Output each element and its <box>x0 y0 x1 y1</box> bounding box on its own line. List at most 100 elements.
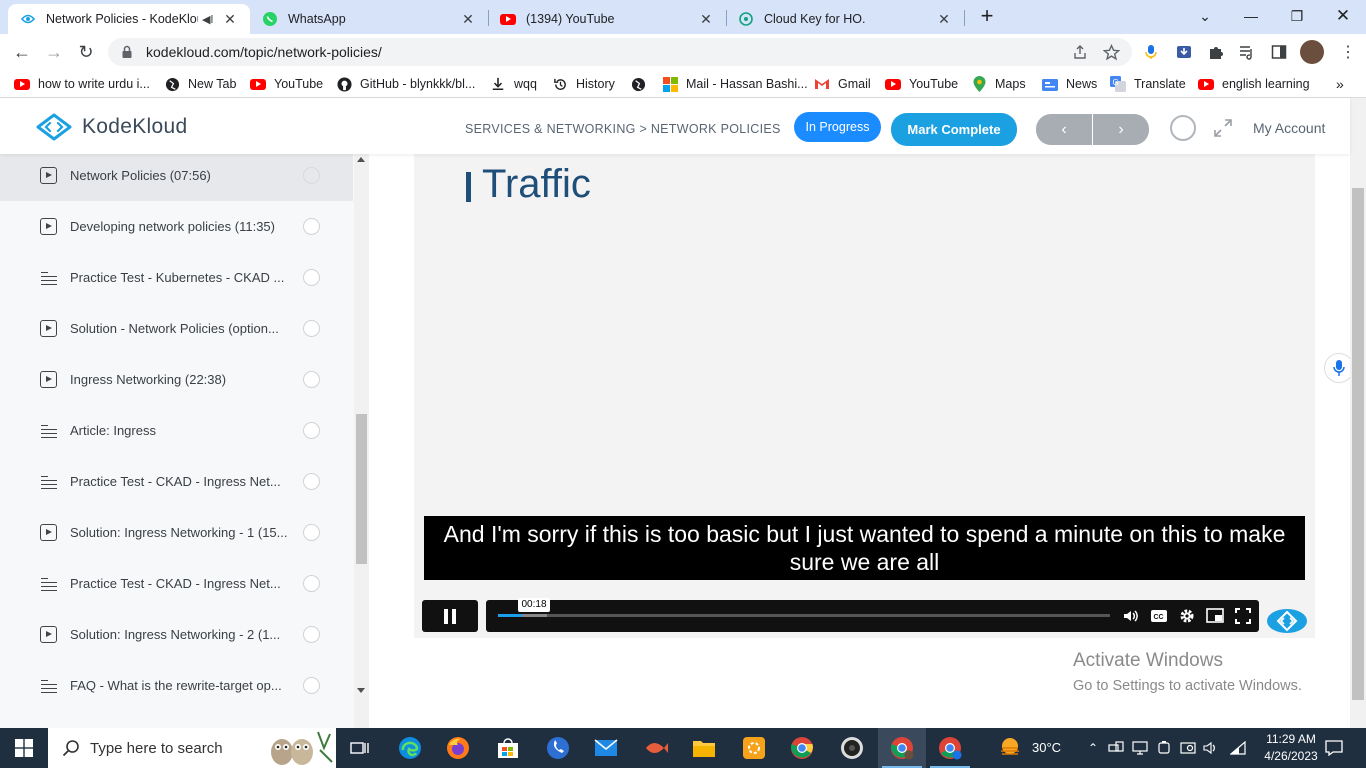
bookmark-item[interactable]: New Tab <box>164 75 236 93</box>
completion-circle-icon[interactable] <box>303 575 320 592</box>
video-player[interactable]: Traffic And I'm sorry if this is too bas… <box>414 154 1315 638</box>
volume-icon[interactable] <box>1203 740 1219 756</box>
star-icon[interactable] <box>1101 42 1121 62</box>
bookmark-item[interactable]: YouTube <box>250 75 323 93</box>
close-window-button[interactable]: ✕ <box>1320 0 1366 32</box>
tab-whatsapp[interactable]: WhatsApp ✕ <box>250 4 488 34</box>
microsoft-store-icon[interactable] <box>484 728 532 768</box>
bookmark-item[interactable] <box>630 75 654 93</box>
tab-kodekloud[interactable]: Network Policies - KodeKloud ◀ǀ ✕ <box>8 4 250 34</box>
lesson-item[interactable]: FAQ - What is the rewrite-target op... <box>0 660 353 711</box>
weather-icon[interactable] <box>990 728 1030 768</box>
bookmark-item[interactable]: Maps <box>971 75 1026 93</box>
chrome-profile-h-icon[interactable] <box>926 728 974 768</box>
lesson-item[interactable]: Solution: Ingress Networking - 1 (15... <box>0 507 353 558</box>
reload-icon[interactable]: ↻ <box>74 40 98 64</box>
bookmark-item[interactable]: YouTube <box>885 75 958 93</box>
tab-cloud-key[interactable]: Cloud Key for HO. ✕ <box>726 4 964 34</box>
previous-lesson-button[interactable]: ‹ <box>1036 114 1092 145</box>
camera-app-icon[interactable] <box>828 728 876 768</box>
profile-avatar[interactable] <box>1300 40 1324 64</box>
theme-toggle-icon[interactable] <box>1170 115 1196 141</box>
download-extension-icon[interactable] <box>1174 42 1194 62</box>
task-view-icon[interactable] <box>336 728 384 768</box>
close-icon[interactable]: ✕ <box>222 11 238 28</box>
bookmark-item[interactable]: History <box>552 75 615 93</box>
completion-circle-icon[interactable] <box>303 422 320 439</box>
lesson-item[interactable]: Practice Test - CKAD - Ingress Net... <box>0 558 353 609</box>
scroll-up-arrow[interactable] <box>357 157 365 162</box>
puzzle-icon[interactable] <box>1206 42 1226 62</box>
firefox-icon[interactable] <box>434 728 482 768</box>
kebab-menu-icon[interactable]: ⋮ <box>1338 42 1358 62</box>
bookmark-item[interactable]: GitHub - blynkkk/bl... <box>336 75 475 93</box>
bookmark-item[interactable]: Mail - Hassan Bashi... <box>662 75 808 93</box>
battery-icon[interactable] <box>1156 740 1172 756</box>
completion-circle-icon[interactable] <box>303 269 320 286</box>
edge-icon[interactable] <box>386 728 434 768</box>
chrome-profile-icon[interactable] <box>878 728 926 768</box>
bookmark-item[interactable]: G Translate <box>1110 75 1186 93</box>
close-icon[interactable]: ✕ <box>698 11 714 28</box>
chevron-down-icon[interactable]: ⌄ <box>1182 0 1228 32</box>
expand-icon[interactable] <box>1212 117 1234 139</box>
pcloud-app-icon[interactable] <box>730 728 778 768</box>
completion-circle-icon[interactable] <box>303 320 320 337</box>
minimize-button[interactable]: — <box>1228 0 1274 32</box>
completion-circle-icon[interactable] <box>303 371 320 388</box>
taskbar-clock[interactable]: 11:29 AM 4/26/2023 <box>1256 731 1326 765</box>
settings-gear-icon[interactable] <box>1178 607 1196 625</box>
kodekloud-logo[interactable]: KodeKloud <box>34 113 187 141</box>
lesson-item[interactable]: Practice Test - Kubernetes - CKAD ... <box>0 252 353 303</box>
bookmark-item[interactable]: how to write urdu i... <box>14 75 150 93</box>
new-tab-button[interactable]: + <box>976 5 998 28</box>
mail-icon[interactable] <box>582 728 630 768</box>
close-icon[interactable]: ✕ <box>936 11 952 28</box>
display-icon[interactable] <box>1132 740 1148 756</box>
windows-start-icon[interactable] <box>0 728 48 768</box>
completion-circle-icon[interactable] <box>303 524 320 541</box>
media-control-icon[interactable] <box>1237 42 1257 62</box>
side-panel-icon[interactable] <box>1269 42 1289 62</box>
pause-button[interactable] <box>422 600 478 632</box>
bookmark-item[interactable]: english learning <box>1198 75 1310 93</box>
forward-arrow-icon[interactable]: → <box>42 40 66 64</box>
scroll-down-arrow[interactable] <box>357 688 365 693</box>
back-arrow-icon[interactable]: ← <box>10 40 34 64</box>
chrome-icon[interactable] <box>778 728 826 768</box>
page-scrollbar[interactable] <box>1350 98 1366 728</box>
completion-circle-icon[interactable] <box>303 218 320 235</box>
lesson-item[interactable]: Article: Ingress <box>0 405 353 456</box>
wifi-icon[interactable] <box>1230 740 1246 756</box>
fullscreen-icon[interactable] <box>1234 607 1252 625</box>
breadcrumb[interactable]: SERVICES & NETWORKING > NETWORK POLICIES <box>465 122 781 136</box>
projector-icon[interactable] <box>1180 740 1196 756</box>
completion-circle-icon[interactable] <box>303 626 320 643</box>
lesson-item[interactable]: Network Policies (07:56) <box>0 154 353 201</box>
volume-icon[interactable] <box>1122 607 1140 625</box>
scrollbar-thumb[interactable] <box>1352 188 1364 700</box>
network-device-icon[interactable] <box>1108 740 1124 756</box>
address-bar[interactable]: kodekloud.com/topic/network-policies/ <box>108 38 1132 66</box>
microphone-extension-icon[interactable] <box>1141 42 1161 62</box>
bookmarks-overflow-icon[interactable]: » <box>1336 75 1344 93</box>
lesson-item[interactable]: Practice Test - CKAD - Ingress Net... <box>0 456 353 507</box>
scrollbar-thumb[interactable] <box>356 414 367 564</box>
completion-circle-icon[interactable] <box>303 677 320 694</box>
notification-icon[interactable] <box>1325 739 1343 757</box>
in-progress-button[interactable]: In Progress <box>794 112 881 142</box>
captions-icon[interactable]: CC <box>1150 607 1168 625</box>
bookmark-item[interactable]: Gmail <box>814 75 871 93</box>
taskbar-search-input[interactable]: Type here to search <box>48 728 336 768</box>
tab-youtube[interactable]: (1394) YouTube ✕ <box>488 4 726 34</box>
sidebar-scrollbar[interactable] <box>354 154 369 728</box>
share-icon[interactable] <box>1070 42 1090 62</box>
my-account-link[interactable]: My Account <box>1253 120 1325 136</box>
lesson-item[interactable]: Developing network policies (11:35) <box>0 201 353 252</box>
completion-circle-icon[interactable] <box>303 473 320 490</box>
completion-circle-icon[interactable] <box>303 167 320 184</box>
file-explorer-icon[interactable] <box>680 728 728 768</box>
next-lesson-button[interactable]: › <box>1093 114 1149 145</box>
mark-complete-button[interactable]: Mark Complete <box>891 113 1017 146</box>
bookmark-item[interactable]: News <box>1042 75 1097 93</box>
